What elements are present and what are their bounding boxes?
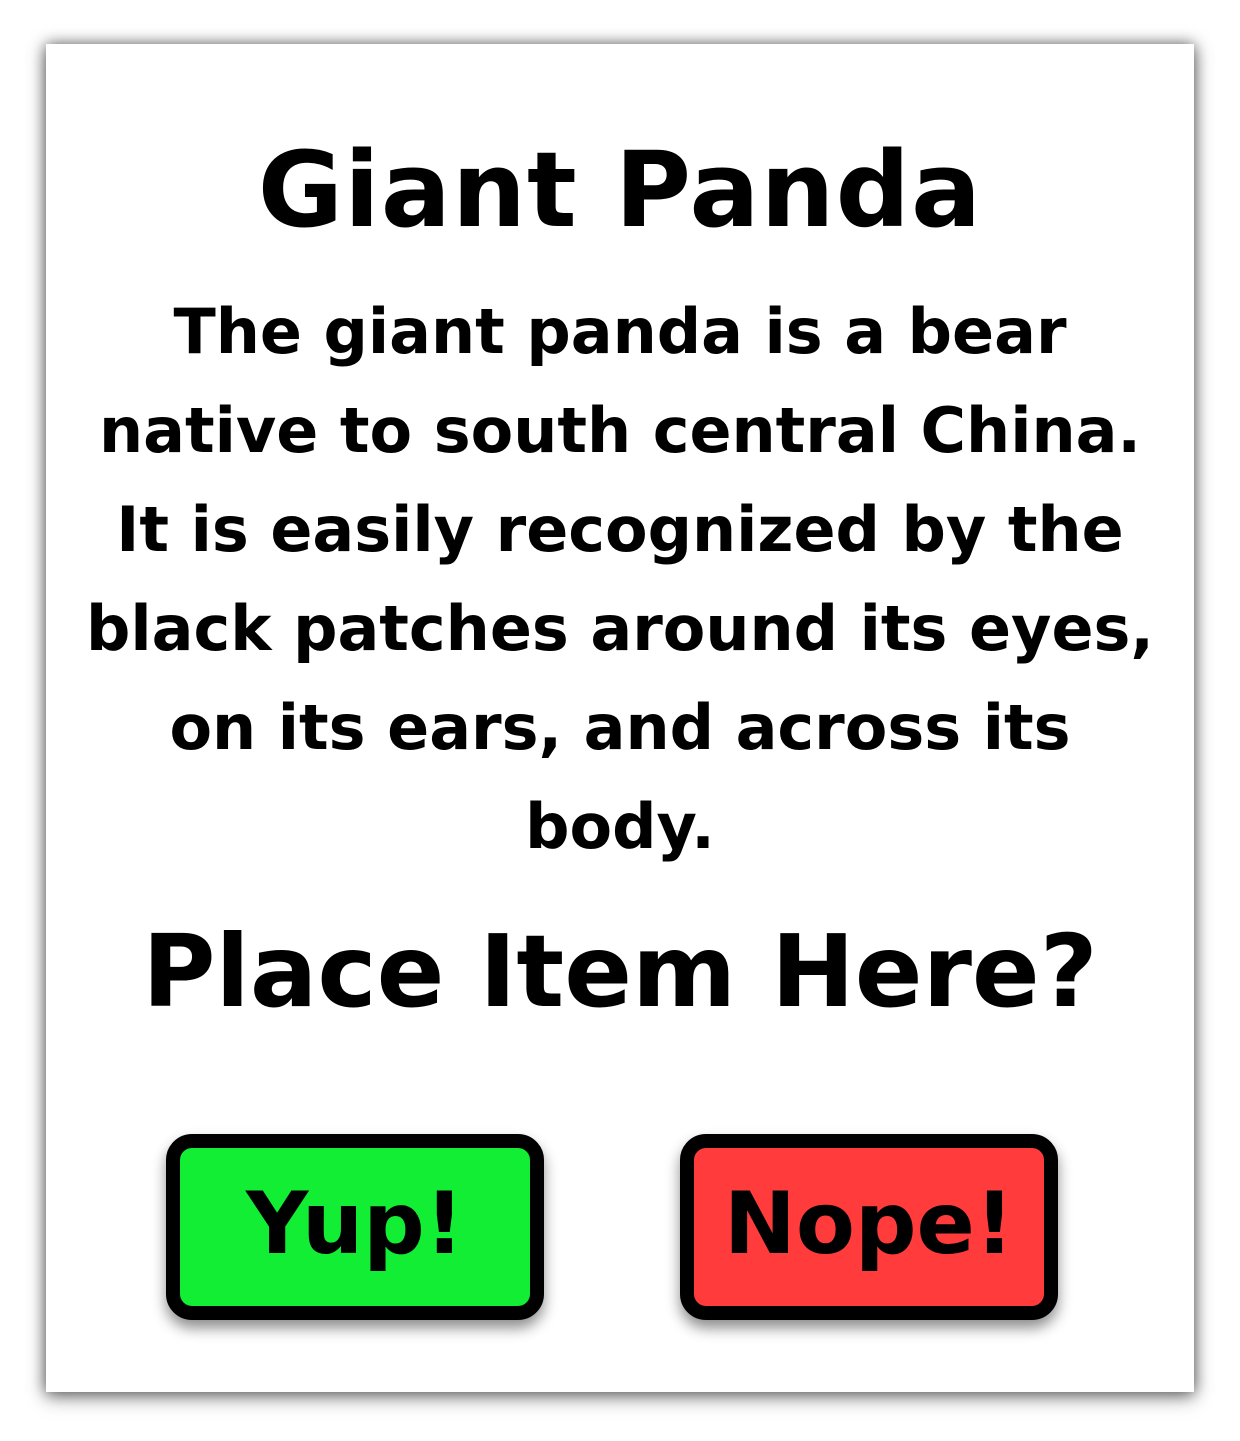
- card-title: Giant Panda: [257, 129, 983, 251]
- yup-button-label: Yup!: [245, 1174, 465, 1274]
- info-card: Giant Panda The giant panda is a bear na…: [46, 44, 1194, 1392]
- nope-button[interactable]: Nope!: [680, 1134, 1058, 1320]
- game-screen: Giant Panda The giant panda is a bear na…: [0, 0, 1240, 1441]
- placement-prompt: Place Item Here?: [142, 913, 1098, 1030]
- yup-button[interactable]: Yup!: [166, 1134, 544, 1320]
- card-description: The giant panda is a bear native to sout…: [86, 295, 1154, 863]
- nope-button-label: Nope!: [723, 1174, 1015, 1274]
